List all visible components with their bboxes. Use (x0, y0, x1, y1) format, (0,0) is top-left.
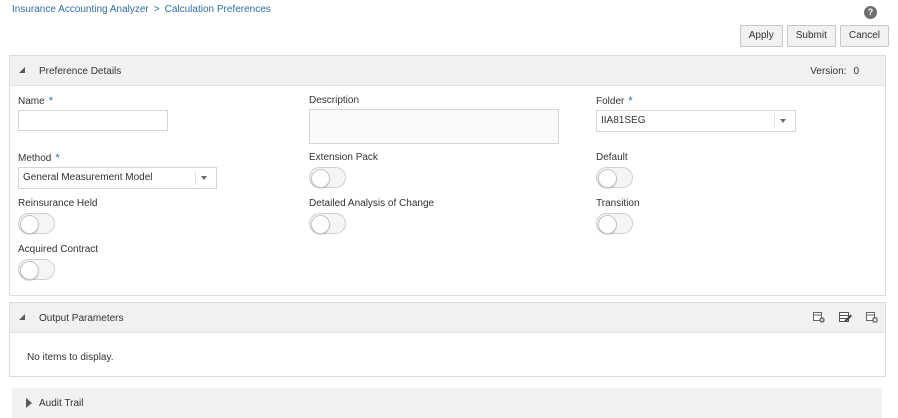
method-select[interactable]: General Measurement Model (18, 167, 217, 189)
select-divider (774, 114, 775, 128)
name-label: Name * (18, 95, 53, 107)
required-marker: * (55, 152, 60, 164)
edit-row-icon[interactable] (839, 311, 853, 323)
breadcrumb-parent-link[interactable]: Insurance Accounting Analyzer (12, 4, 149, 15)
output-parameters-panel: Output Parameters No items to display. (9, 302, 886, 377)
version-info: Version: 0 (810, 66, 859, 77)
expand-triangle-icon[interactable] (26, 398, 32, 408)
help-icon[interactable]: ? (864, 6, 877, 19)
cancel-button[interactable]: Cancel (839, 25, 889, 47)
method-label-text: Method (18, 153, 52, 164)
breadcrumb-separator: > (153, 4, 160, 15)
folder-selected-value: IIA81SEG (601, 115, 646, 126)
delete-row-icon[interactable] (866, 311, 878, 323)
folder-select[interactable]: IIA81SEG (596, 110, 796, 132)
detailed-analysis-label: Detailed Analysis of Change (309, 198, 435, 209)
detailed-analysis-toggle[interactable] (309, 213, 346, 234)
folder-label: Folder * (596, 95, 633, 107)
add-row-icon[interactable] (813, 311, 825, 323)
required-marker: * (628, 95, 633, 107)
chevron-down-icon[interactable] (201, 176, 207, 180)
select-divider (195, 171, 196, 185)
default-label: Default (596, 152, 628, 163)
chevron-down-icon[interactable] (780, 119, 786, 123)
breadcrumb-current: Calculation Preferences (164, 4, 271, 15)
collapse-triangle-icon[interactable] (19, 314, 25, 320)
version-value: 0 (853, 66, 859, 77)
transition-label: Transition (596, 198, 640, 209)
name-label-text: Name (18, 96, 45, 107)
reinsurance-held-toggle[interactable] (18, 213, 55, 234)
collapse-triangle-icon[interactable] (19, 67, 25, 73)
output-parameters-title: Output Parameters (39, 313, 124, 324)
audit-trail-title: Audit Trail (39, 398, 84, 409)
acquired-contract-label: Acquired Contract (18, 244, 99, 255)
description-textarea[interactable] (309, 109, 559, 144)
default-toggle[interactable] (596, 167, 633, 188)
description-label: Description (309, 95, 360, 106)
action-toolbar: Apply Submit Cancel (739, 25, 889, 47)
audit-trail-header[interactable]: Audit Trail (12, 388, 882, 418)
method-label: Method * (18, 152, 60, 164)
method-selected-value: General Measurement Model (23, 172, 153, 183)
apply-button[interactable]: Apply (739, 25, 783, 47)
submit-button[interactable]: Submit (786, 25, 836, 47)
required-marker: * (48, 95, 53, 107)
empty-table-message: No items to display. (27, 352, 114, 363)
transition-toggle[interactable] (596, 213, 633, 234)
folder-label-text: Folder (596, 96, 625, 107)
name-input[interactable] (18, 110, 168, 131)
preference-details-panel: Preference Details Version: 0 Name * Descr… (9, 55, 886, 296)
extension-pack-label: Extension Pack (309, 152, 378, 163)
preference-details-title: Preference Details (39, 66, 122, 77)
extension-pack-toggle[interactable] (309, 167, 346, 188)
breadcrumb: Insurance Accounting Analyzer > Calculatio… (12, 4, 271, 15)
preference-details-header[interactable]: Preference Details Version: 0 (10, 56, 885, 86)
audit-trail-panel: Audit Trail (12, 388, 882, 418)
output-parameters-header[interactable]: Output Parameters (10, 303, 885, 333)
acquired-contract-toggle[interactable] (18, 259, 55, 280)
version-label: Version: (810, 66, 847, 77)
reinsurance-held-label: Reinsurance Held (18, 198, 98, 209)
